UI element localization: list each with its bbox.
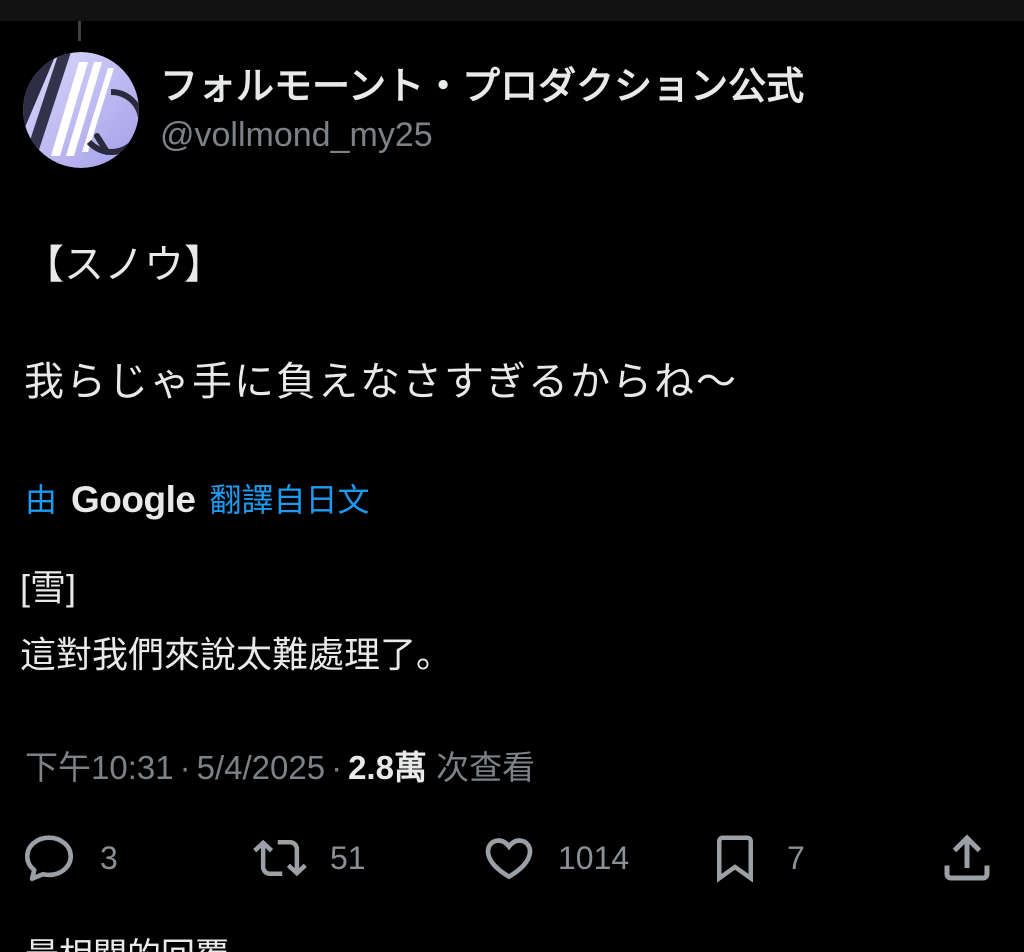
meta-separator: · xyxy=(179,749,191,786)
bookmark-button[interactable]: 7 xyxy=(708,826,805,890)
share-button[interactable] xyxy=(937,826,997,890)
post-date[interactable]: 5/4/2025 xyxy=(197,749,325,786)
repost-button[interactable]: 51 xyxy=(253,826,366,890)
translated-text-line: 這對我們來說太難處理了。 xyxy=(20,634,453,675)
share-icon xyxy=(944,834,990,881)
author-display-name[interactable]: フォルモーント・プロダクション公式 xyxy=(160,63,804,111)
like-count: 1014 xyxy=(558,840,630,876)
top-strip xyxy=(0,0,1024,21)
reply-button[interactable]: 3 xyxy=(20,826,118,890)
author-handle[interactable]: @vollmond_my25 xyxy=(160,111,433,159)
google-logo: Google xyxy=(71,479,196,520)
repost-icon xyxy=(253,839,307,877)
bookmark-icon xyxy=(717,835,753,883)
replies-section-header[interactable]: 最相關的回覆 xyxy=(0,928,1024,952)
translation-source-label: 翻譯自日文 xyxy=(209,482,370,518)
post-time[interactable]: 下午10:31 xyxy=(25,749,174,786)
post-text-line: 【スノウ】 xyxy=(24,243,224,287)
bookmark-count: 7 xyxy=(787,840,805,876)
thread-connector-line xyxy=(78,21,81,41)
heart-icon xyxy=(485,838,533,880)
post-text-line: 我らじゃ手に負えなさすぎるからね～ xyxy=(24,360,738,404)
replies-sort-label: 最相關的回覆 xyxy=(25,932,229,952)
reply-count: 3 xyxy=(100,840,118,876)
avatar[interactable] xyxy=(23,52,139,168)
meta-separator: · xyxy=(331,749,343,786)
translated-text-line: [雪] xyxy=(20,567,77,608)
translation-attribution[interactable]: 由 Google 翻譯自日文 xyxy=(25,476,369,524)
repost-count: 51 xyxy=(330,840,366,876)
translation-prefix: 由 xyxy=(25,482,58,518)
views-label: 次查看 xyxy=(436,749,536,786)
reply-icon xyxy=(24,835,74,882)
views-count[interactable]: 2.8萬 xyxy=(348,749,427,786)
post-meta: 下午10:31 · 5/4/2025 · 2.8萬 次查看 xyxy=(25,744,535,792)
like-button[interactable]: 1014 xyxy=(481,826,629,890)
